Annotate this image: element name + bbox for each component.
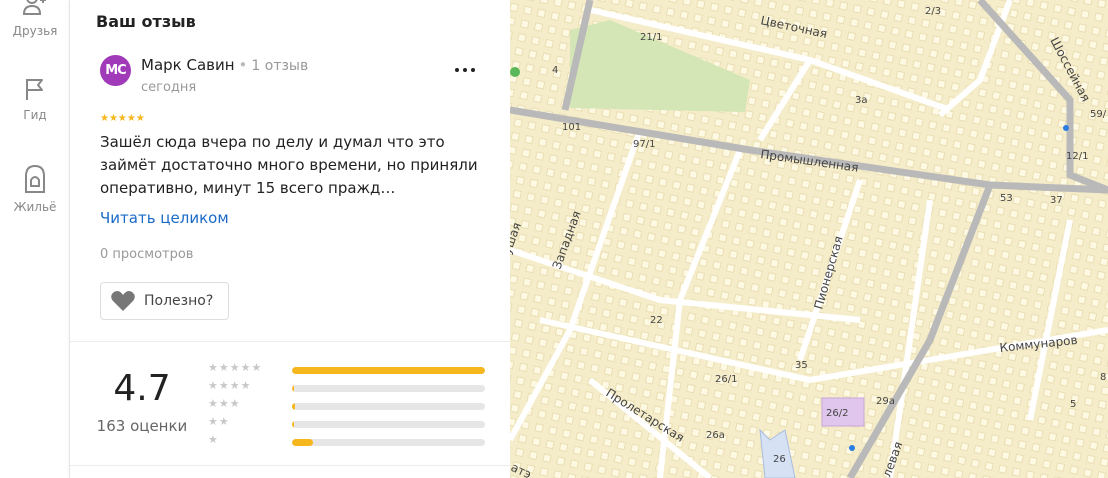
rating-bar-fill [292, 367, 485, 374]
rating-bar-row: ★★★ [208, 397, 488, 412]
app-root: Друзья Гид Жильё Ваш отзыв МС Марк Савин… [0, 0, 1108, 478]
house-number: 26а [706, 430, 725, 441]
dot-icon [471, 68, 475, 72]
friends-icon [22, 0, 46, 15]
house-number: 21/1 [640, 32, 662, 43]
house-number: 29а [876, 396, 895, 407]
rating-bar-track [292, 421, 485, 428]
map-canvas: Цветочная Шоссейная Промышленная Западна… [510, 0, 1108, 478]
house-number: 26/1 [715, 374, 737, 385]
rating-bar-fill [292, 403, 295, 410]
rating-bar-track [292, 367, 485, 374]
house-number: 53 [1000, 193, 1013, 204]
house-number: 97/1 [633, 139, 655, 150]
housing-icon [25, 164, 45, 193]
rating-bar-fill [292, 385, 294, 392]
house-number: 8 [1100, 372, 1106, 383]
dot-icon [455, 68, 459, 72]
house-number: 5 [1070, 399, 1076, 410]
rating-bar-fill [292, 439, 314, 446]
rating-bar-track [292, 385, 485, 392]
divider [70, 465, 510, 466]
useful-label: Полезно? [144, 293, 214, 309]
left-rail: Друзья Гид Жильё [0, 0, 70, 478]
author-review-count: 1 отзыв [251, 58, 309, 74]
rating-bar-track [292, 403, 485, 410]
read-more-link[interactable]: Читать целиком [100, 209, 229, 227]
rating-bar-row: ★★★★ [208, 379, 488, 394]
rail-label-housing: Жильё [13, 200, 57, 214]
average-rating: 4.7 [113, 368, 171, 409]
heart-icon [111, 291, 135, 311]
author-name[interactable]: Марк Савин [141, 56, 235, 74]
transit-stop-icon [1063, 125, 1069, 131]
review-date: сегодня [141, 80, 197, 95]
review-rating-stars: ★★★★★ [100, 113, 145, 124]
avatar[interactable]: МС [100, 55, 131, 86]
flag-icon [26, 79, 43, 100]
divider [70, 341, 510, 342]
star-icons: ★★★★★ [208, 361, 263, 374]
star-icons: ★★ [208, 415, 230, 428]
views-count: 0 просмотров [100, 247, 194, 262]
review-panel: Ваш отзыв МС Марк Савин • 1 отзыв сегодня … [70, 0, 510, 478]
star-icons: ★★★ [208, 397, 241, 410]
rail-label-guide: Гид [23, 108, 47, 122]
transit-stop-icon [849, 445, 855, 451]
rating-bar-row: ★★★★★ [208, 361, 488, 376]
rail-label-friends: Друзья [12, 24, 58, 38]
rail-item-guide[interactable]: Гид [0, 76, 70, 122]
house-number: 59/ [1090, 109, 1107, 120]
review-text: Зашёл сюда вчера по делу и думал что это… [100, 133, 478, 197]
house-number: 37 [1050, 195, 1063, 206]
rating-bar-row: ★ [208, 433, 488, 448]
separator-dot: • [238, 56, 248, 74]
rating-count: 163 оценки [96, 417, 188, 435]
useful-button[interactable]: Полезно? [100, 282, 229, 320]
rail-item-friends[interactable]: Друзья [0, 0, 70, 38]
house-number: 35 [795, 360, 808, 371]
house-number: 2/3 [925, 6, 941, 17]
more-options-button[interactable] [452, 60, 478, 80]
rating-bar-fill [292, 421, 294, 428]
map-view[interactable]: Цветочная Шоссейная Промышленная Западна… [510, 0, 1108, 478]
house-number: 101 [562, 122, 581, 133]
star-icons: ★★★★ [208, 379, 252, 392]
poi-icon [510, 67, 520, 77]
house-number: 4 [552, 65, 558, 76]
house-number: 26/2 [826, 408, 848, 419]
star-icons: ★ [208, 433, 219, 446]
rating-bar-track [292, 439, 485, 446]
author-line: Марк Савин • 1 отзыв [141, 56, 308, 74]
house-number: 22 [650, 315, 663, 326]
house-number: 26 [773, 454, 786, 465]
house-number: 12/1 [1066, 151, 1088, 162]
rail-item-housing[interactable]: Жильё [0, 162, 70, 214]
rating-bar-row: ★★ [208, 415, 488, 430]
house-number: 3а [855, 95, 868, 106]
section-title: Ваш отзыв [96, 12, 196, 31]
dot-icon [463, 68, 467, 72]
